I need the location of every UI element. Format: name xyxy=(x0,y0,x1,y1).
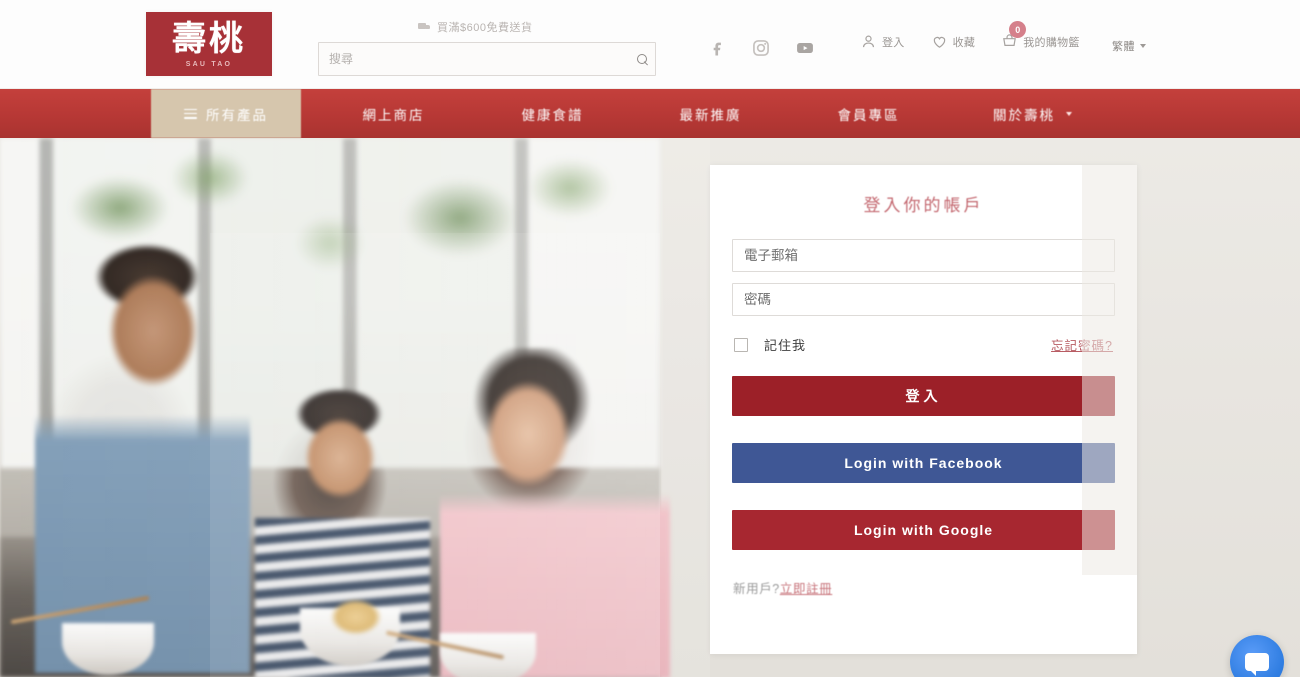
search-box[interactable] xyxy=(318,42,656,76)
chevron-down-icon xyxy=(1066,111,1072,116)
hero-photo-family-dining xyxy=(0,138,670,677)
remember-me-label: 記住我 xyxy=(764,338,807,353)
nav-item-online-store-label: 網上商店 xyxy=(362,107,425,123)
nav-item-recipes-label: 健康食譜 xyxy=(521,107,584,123)
site-logo[interactable]: 壽桃 SAU TAO xyxy=(144,10,274,78)
google-login-button[interactable]: Login with Google xyxy=(732,510,1115,550)
shipping-promo: 買滿$600免費送貨 xyxy=(418,19,532,35)
nav-item-promotions[interactable]: 最新推廣 xyxy=(658,89,763,138)
account-login-label: 登入 xyxy=(882,36,905,49)
nav-item-online-store[interactable]: 網上商店 xyxy=(341,89,446,138)
nav-item-recipes[interactable]: 健康食譜 xyxy=(500,89,605,138)
signup-row: 新用戶?立即註冊 xyxy=(710,578,1137,597)
chat-bubble-icon xyxy=(1245,653,1269,676)
shipping-promo-text: 買滿$600免費送貨 xyxy=(437,22,533,34)
logo-chinese-text: 壽桃 xyxy=(172,19,246,59)
nav-item-all-products[interactable]: 所有產品 xyxy=(151,89,301,138)
login-card-title: 登入你的帳戶 xyxy=(863,196,984,215)
forgot-password-link[interactable]: 忘記密碼? xyxy=(1051,335,1113,354)
nav-item-member-zone[interactable]: 會員專區 xyxy=(816,89,921,138)
account-cart-label: 我的購物籃 xyxy=(1023,36,1080,49)
facebook-icon[interactable] xyxy=(706,37,728,59)
person-mother xyxy=(440,348,670,677)
email-field[interactable] xyxy=(732,239,1115,272)
account-actions: 登入 收藏 0 我的購物籃 xyxy=(860,21,1080,50)
logo-box: 壽桃 SAU TAO xyxy=(146,12,272,76)
signup-link[interactable]: 立即註冊 xyxy=(780,582,832,596)
person-father xyxy=(35,243,250,673)
noodles xyxy=(325,593,387,641)
login-form: 記住我 忘記密碼? 登入 Login with Facebook Login w… xyxy=(710,239,1137,550)
search-input[interactable] xyxy=(319,52,629,66)
login-card: 登入你的帳戶 記住我 忘記密碼? 登入 Login with Facebook … xyxy=(710,165,1137,654)
remember-me-checkbox[interactable] xyxy=(734,337,748,352)
signup-prefix-text: 新用戶? xyxy=(733,582,780,596)
instagram-icon[interactable] xyxy=(750,37,772,59)
login-button[interactable]: 登入 xyxy=(732,376,1115,416)
page-root: 壽桃 SAU TAO 買滿$600免費送貨 搜尋 登入 收藏 0 我的購物籃 繁… xyxy=(0,0,1300,677)
language-selector[interactable]: 繁體 xyxy=(1112,38,1146,54)
account-cart[interactable]: 0 我的購物籃 xyxy=(1001,21,1080,50)
facebook-login-button[interactable]: Login with Facebook xyxy=(732,443,1115,483)
nav-item-about[interactable]: 關於壽桃 xyxy=(975,89,1090,138)
user-icon xyxy=(862,35,875,48)
main-navigation: 所有產品 網上商店 健康食譜 最新推廣 會員專區 關於壽桃 xyxy=(0,89,1300,138)
search-icon[interactable] xyxy=(629,43,655,75)
nav-item-all-products-label: 所有產品 xyxy=(206,107,268,123)
heart-icon xyxy=(933,36,945,48)
logo-english-text: SAU TAO xyxy=(185,61,233,68)
language-label: 繁體 xyxy=(1112,41,1135,53)
account-wishlist-label: 收藏 xyxy=(952,36,976,49)
hamburger-icon xyxy=(184,108,197,119)
nav-item-about-label: 關於壽桃 xyxy=(993,107,1055,123)
nav-item-member-zone-label: 會員專區 xyxy=(837,107,900,123)
chevron-down-icon xyxy=(1140,44,1146,48)
remember-row: 記住我 忘記密碼? xyxy=(732,335,1115,354)
password-field[interactable] xyxy=(732,283,1115,316)
social-links xyxy=(706,37,816,59)
nav-item-promotions-label: 最新推廣 xyxy=(679,107,742,123)
account-login[interactable]: 登入 xyxy=(860,33,905,50)
truck-icon xyxy=(418,22,431,32)
youtube-icon[interactable] xyxy=(794,37,816,59)
site-header: 壽桃 SAU TAO 買滿$600免費送貨 搜尋 登入 收藏 0 我的購物籃 繁… xyxy=(0,0,1300,89)
account-wishlist[interactable]: 收藏 xyxy=(931,33,976,50)
